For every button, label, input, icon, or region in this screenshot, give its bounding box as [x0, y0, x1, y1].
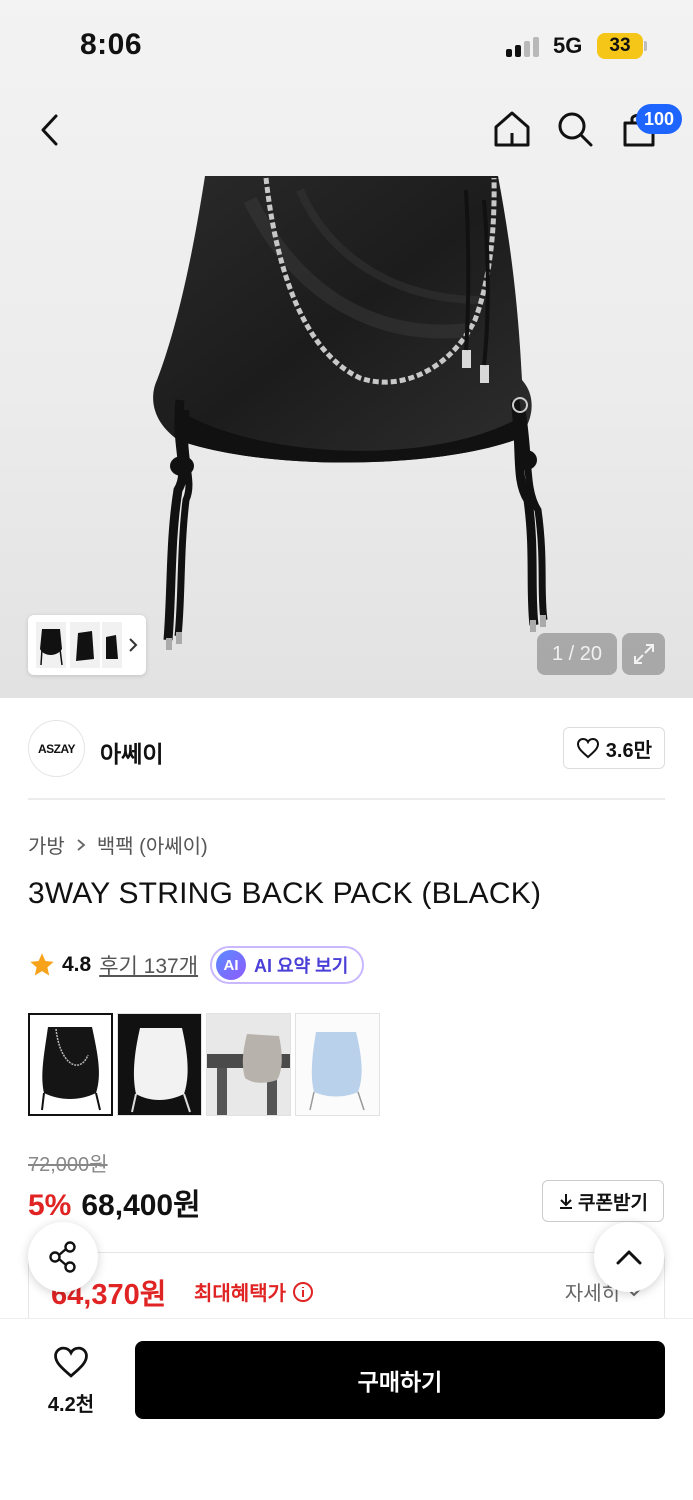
rating-value: 4.8 — [62, 953, 92, 976]
cart-count-badge: 100 — [636, 104, 683, 134]
chevron-up-icon — [616, 1250, 642, 1265]
bottom-action-bar: 4.2천 구매하기 — [0, 1318, 693, 1500]
search-icon — [558, 112, 593, 147]
battery-tip — [644, 41, 647, 51]
coupon-button[interactable]: 쿠폰받기 — [542, 1180, 664, 1222]
variant-black[interactable] — [28, 1013, 113, 1116]
brand-name[interactable]: 아쎄이 — [100, 735, 163, 769]
share-icon — [49, 1241, 76, 1273]
coupon-label: 쿠폰받기 — [578, 1192, 648, 1214]
buy-button[interactable]: 구매하기 — [135, 1341, 665, 1419]
heart-icon — [54, 1346, 88, 1378]
status-time: 8:06 — [80, 28, 143, 61]
ai-summary-label: AI 요약 보기 — [254, 956, 349, 976]
breadcrumb-subcategory[interactable]: 백팩 (아쎄이) — [97, 830, 208, 859]
network-label: 5G — [553, 33, 583, 58]
variant-grey[interactable] — [206, 1013, 291, 1116]
discount-rate: 5% — [28, 1189, 72, 1222]
chevron-right-icon — [129, 638, 138, 652]
expand-icon[interactable] — [622, 633, 665, 675]
product-title: 3WAY STRING BACK PACK (BLACK) — [28, 877, 542, 910]
rating-row: 4.8 후기 137개 AI AI 요약 보기 — [28, 945, 365, 985]
product-like-button[interactable]: 4.2천 — [30, 1345, 112, 1417]
chevron-left-icon — [41, 114, 58, 146]
product-page: 1 / 20 8:06 5G 33 100 ASZAY 아쎄이 3.6만 가방 … — [0, 0, 693, 1500]
original-price: 72,000원 — [28, 1154, 108, 1176]
share-button[interactable] — [28, 1222, 98, 1292]
brand-like-button[interactable]: 3.6만 — [562, 727, 665, 769]
color-variants — [28, 1013, 380, 1116]
status-bar: 8:06 5G 33 — [0, 0, 693, 92]
search-button[interactable] — [552, 106, 598, 152]
signal-icon — [506, 35, 542, 57]
home-icon — [494, 111, 530, 147]
brand-row[interactable]: ASZAY 아쎄이 3.6만 — [28, 718, 665, 780]
variant-image — [131, 1028, 191, 1113]
home-button[interactable] — [489, 106, 535, 152]
divider — [28, 798, 665, 800]
breadcrumb-category[interactable]: 가방 — [28, 830, 65, 859]
thumbnail-images — [36, 622, 138, 668]
variant-white[interactable] — [117, 1013, 202, 1116]
variant-sky[interactable] — [295, 1013, 380, 1116]
product-like-count: 4.2천 — [47, 1394, 95, 1416]
product-hero-image[interactable]: 1 / 20 — [0, 0, 693, 698]
variant-image — [309, 1032, 365, 1111]
sale-price: 68,400원 — [81, 1189, 201, 1222]
max-benefit-text: 최대혜택가 — [194, 1283, 286, 1305]
breadcrumb: 가방 백팩 (아쎄이) — [28, 830, 208, 859]
brand-logo[interactable]: ASZAY — [28, 720, 85, 777]
star-icon — [30, 953, 54, 976]
scroll-top-button[interactable] — [594, 1222, 664, 1292]
ai-icon: AI — [216, 950, 247, 980]
download-icon — [560, 1194, 573, 1209]
chevron-right-icon — [77, 838, 86, 851]
heart-icon — [576, 737, 599, 759]
back-button[interactable] — [28, 108, 72, 152]
info-icon[interactable] — [292, 1281, 314, 1303]
max-benefit-label: 최대혜택가 — [194, 1277, 314, 1306]
backpack-image — [153, 176, 548, 650]
ai-summary-button[interactable]: AI AI 요약 보기 — [210, 946, 365, 984]
review-link[interactable]: 후기 137개 — [99, 950, 198, 980]
price-row: 5% 68,400원 — [28, 1180, 201, 1224]
brand-like-count: 3.6만 — [605, 739, 652, 762]
variant-image — [41, 1027, 101, 1111]
hero-thumbnail-strip[interactable] — [28, 615, 146, 675]
variant-image — [207, 1034, 290, 1115]
battery-icon: 33 — [597, 33, 643, 59]
image-counter: 1 / 20 — [537, 633, 617, 675]
